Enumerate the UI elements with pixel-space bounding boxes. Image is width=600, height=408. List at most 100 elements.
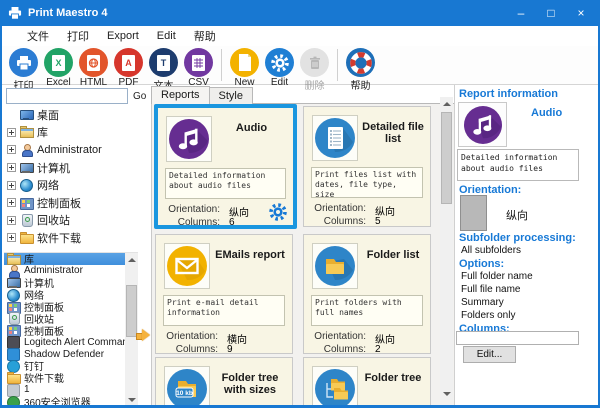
tree-item-library[interactable]: 库 (5, 124, 147, 142)
app-icon (7, 360, 20, 372)
report-card-detailed-file-list[interactable]: Detailed file list Print files list with… (303, 106, 431, 227)
expand-icon[interactable] (7, 198, 16, 207)
columns-row: Columns:2 (304, 344, 381, 355)
menu-export[interactable]: Export (98, 28, 148, 44)
menu-edit[interactable]: Edit (148, 28, 185, 44)
tree-item-desktop[interactable]: 桌面 (5, 106, 147, 124)
report-card-folder-tree[interactable]: Folder tree (303, 357, 431, 405)
maximize-button[interactable]: □ (536, 0, 566, 26)
report-icon-box (312, 366, 358, 405)
splitter-expand-arrow-icon[interactable] (136, 329, 150, 342)
library-icon (7, 253, 20, 265)
tab-reports[interactable]: Reports (151, 86, 210, 104)
scroll-up-icon[interactable] (125, 253, 138, 266)
menu-bar: 文件 打印 Export Edit 帮助 (2, 26, 598, 46)
excel-icon: X (44, 48, 73, 77)
toolbar-pdf-button[interactable]: A PDF (111, 48, 146, 88)
toolbar-separator (221, 49, 222, 81)
computer-icon (7, 277, 20, 289)
portrait-page-preview (460, 195, 487, 231)
toolbar-csv-button[interactable]: CSV (181, 48, 216, 88)
network-icon (20, 179, 33, 191)
menu-file[interactable]: 文件 (18, 26, 58, 46)
toolbar-help-button[interactable]: 帮助 (343, 48, 378, 92)
report-information-panel: Report information Audio Detailed inform… (454, 85, 598, 405)
expand-icon[interactable] (7, 163, 16, 172)
pdf-icon: A (114, 48, 143, 77)
list-item-library[interactable]: 库 (4, 253, 138, 265)
svg-text:10 kb: 10 kb (176, 390, 193, 397)
music-note-icon (464, 106, 502, 144)
app-icon (7, 384, 20, 396)
edit-gear-icon (265, 48, 294, 77)
report-icon-box: 10 kb (164, 366, 210, 405)
close-button[interactable]: × (566, 0, 596, 26)
toolbar-print-button[interactable]: 打印 (6, 48, 41, 92)
app-window: Print Maestro 4 – □ × 文件 打印 Export Edit … (0, 0, 600, 408)
expand-icon[interactable] (7, 128, 16, 137)
list-item-logitech[interactable]: Logitech Alert Commander (4, 336, 138, 348)
scroll-up-icon[interactable] (440, 97, 453, 110)
report-description: Print e-mail detail information (163, 295, 285, 326)
reports-scrollbar[interactable] (440, 97, 453, 400)
report-card-folder-tree-sizes[interactable]: 10 kb Folder tree with sizes (155, 357, 293, 405)
toolbar-excel-button[interactable]: X Excel (41, 48, 76, 88)
expand-icon[interactable] (7, 145, 16, 154)
report-icon-box (312, 243, 358, 289)
report-description: Print files list with dates, file type, … (311, 167, 423, 198)
report-title: Detailed file list (362, 121, 424, 145)
report-card-folder-list[interactable]: Folder list Print folders with full name… (303, 234, 431, 354)
folder-icon (315, 246, 355, 286)
svg-text:X: X (55, 58, 61, 68)
tree-item-recycle-bin[interactable]: 回收站 (5, 212, 147, 230)
selected-report-title: Audio (531, 107, 562, 119)
toolbar-html-button[interactable]: HTML (76, 48, 111, 88)
tree-item-administrator[interactable]: Administrator (5, 141, 147, 159)
report-title: Folder list (362, 249, 424, 261)
printer-app-icon (8, 7, 22, 20)
report-description: Detailed information about audio files (165, 168, 286, 199)
minimize-button[interactable]: – (506, 0, 536, 26)
toolbar-new-button[interactable]: New (227, 48, 262, 88)
tree-item-computer[interactable]: 计算机 (5, 159, 147, 177)
report-title: Folder tree (362, 372, 424, 384)
card-settings-gear-icon[interactable] (268, 202, 288, 222)
columns-row: Columns:6 (158, 217, 235, 228)
selected-report-description: Detailed information about audio files (457, 149, 579, 181)
tree-item-control-panel[interactable]: 控制面板 (5, 194, 147, 212)
list-item-control-panel-2[interactable]: 控制面板 (4, 324, 138, 336)
menu-print[interactable]: 打印 (58, 26, 98, 46)
go-button[interactable]: Go (133, 91, 146, 102)
report-icon-box (164, 243, 210, 289)
report-card-emails[interactable]: EMails report Print e-mail detail inform… (155, 234, 293, 354)
list-item-360-browser[interactable]: 360安全浏览器 (4, 396, 138, 405)
expand-icon[interactable] (7, 233, 16, 242)
option-item: Full folder name (461, 271, 533, 282)
tab-style[interactable]: Style (209, 87, 253, 104)
address-input[interactable] (6, 88, 128, 104)
report-card-audio[interactable]: Audio Detailed information about audio f… (154, 104, 297, 229)
folder-list-panel: 库 Administrator 计算机 网络 控制面板 回收站 控制面板 Log… (4, 252, 138, 405)
tree-item-network[interactable]: 网络 (5, 176, 147, 194)
svg-text:T: T (160, 58, 166, 68)
desktop-icon (20, 109, 33, 121)
columns-input[interactable] (456, 331, 579, 345)
csv-icon (184, 48, 213, 77)
edit-columns-button[interactable]: Edit... (463, 346, 516, 363)
scroll-down-icon[interactable] (125, 393, 138, 405)
expand-icon[interactable] (7, 181, 16, 190)
app-icon (7, 348, 20, 360)
scroll-down-icon[interactable] (440, 387, 453, 400)
toolbar-delete-button[interactable]: 删除 (297, 48, 332, 92)
list-item-downloads[interactable]: 软件下载 (4, 372, 138, 384)
scrollbar-thumb[interactable] (441, 112, 452, 204)
tab-bar: Reports Style (151, 86, 252, 104)
expand-icon[interactable] (7, 216, 16, 225)
control-panel-icon (20, 197, 33, 209)
toolbar-edit-button[interactable]: Edit (262, 48, 297, 88)
folder-tree-panel: 桌面 库 Administrator 计算机 网络 控制面板 回收站 软件下载 (5, 106, 147, 247)
tree-item-downloads[interactable]: 软件下载 (5, 229, 147, 247)
menu-help[interactable]: 帮助 (185, 26, 225, 46)
new-document-icon (230, 48, 259, 77)
folder-icon (7, 372, 20, 384)
